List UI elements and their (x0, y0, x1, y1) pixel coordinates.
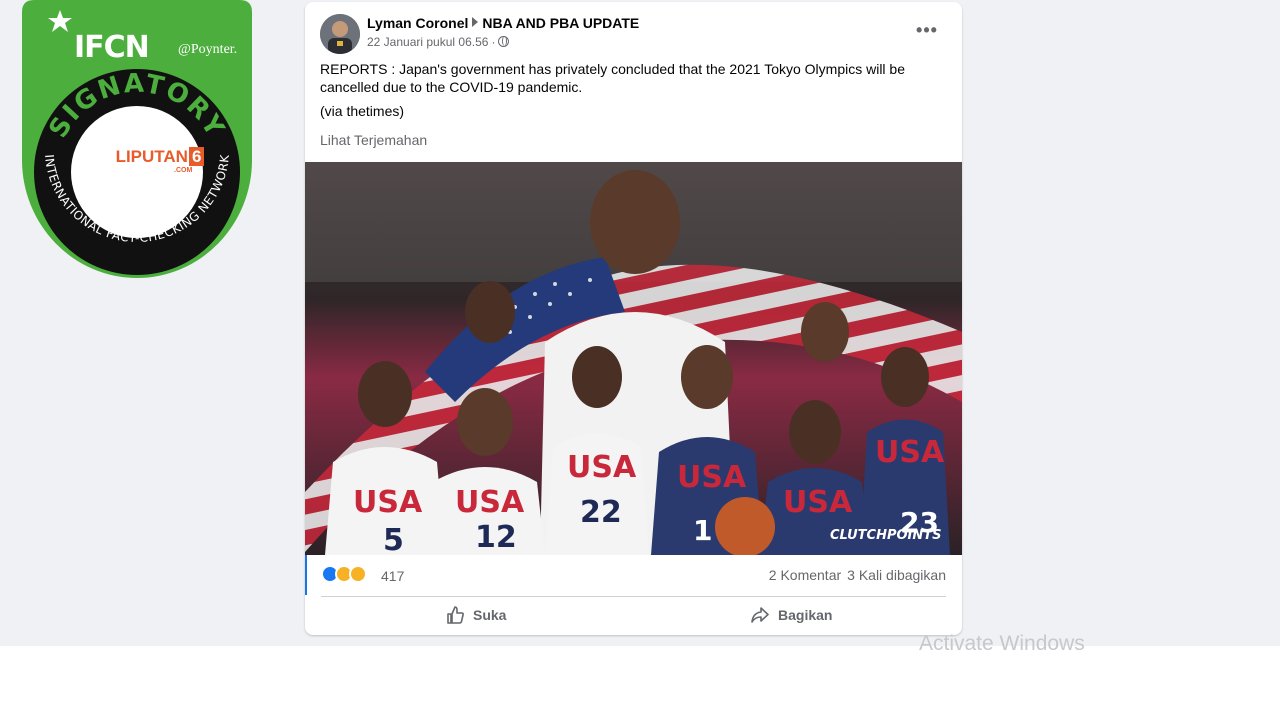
jersey-number-1: 5 (383, 523, 404, 555)
liputan6-logo: LIPUTAN 6 (90, 147, 230, 167)
group-name-link[interactable]: NBA AND PBA UPDATE (482, 15, 639, 31)
jersey-usa-5: USA (783, 485, 853, 520)
author-name-link[interactable]: Lyman Coronel (367, 15, 468, 31)
reaction-count[interactable]: 417 (381, 568, 404, 584)
wow-reaction-icon (349, 565, 367, 583)
jersey-number-4: 1 (693, 514, 712, 547)
share-button-label: Bagikan (778, 607, 833, 623)
post-timestamp-link[interactable]: 22 Januari pukul 06.56 (367, 35, 488, 49)
jersey-usa-6: USA (875, 435, 945, 470)
ifcn-wordmark: IFCN (74, 30, 150, 65)
like-button-label: Suka (473, 607, 507, 623)
image-watermark: CLUTCHPOINTS (830, 528, 941, 543)
stats-accent-bar (305, 555, 307, 595)
jersey-number-2: 12 (475, 520, 517, 555)
shares-count-link[interactable]: 3 Kali dibagikan (847, 567, 946, 583)
activate-windows-watermark: Activate Windows (919, 632, 1085, 655)
ifcn-signatory-badge: SIGNATORY INTERNATIONAL FACT-CHECKING NE… (22, 0, 252, 280)
actions-divider (321, 596, 946, 597)
jersey-usa-3: USA (567, 450, 637, 485)
liputan6-logo-number: 6 (188, 147, 205, 166)
facebook-post-card: Lyman Coronel NBA AND PBA UPDATE 22 Janua… (305, 2, 962, 635)
basketball-team-photo: USA USA USA USA USA USA 5 12 22 1 23 CLU… (305, 162, 962, 555)
author-avatar[interactable] (320, 14, 360, 54)
share-arrow-icon (751, 607, 769, 623)
globe-icon[interactable] (498, 36, 510, 47)
see-translation-link[interactable]: Lihat Terjemahan (320, 132, 427, 148)
like-button[interactable]: Suka (445, 600, 506, 630)
jersey-usa-2: USA (455, 485, 525, 520)
post-source-text: (via thetimes) (320, 103, 405, 119)
caret-right-icon (472, 17, 479, 27)
meta-separator: · (491, 35, 496, 49)
post-meta: 22 Januari pukul 06.56 · (367, 35, 510, 49)
post-header: Lyman Coronel NBA AND PBA UPDATE (367, 15, 639, 31)
more-options-button[interactable]: ••• (912, 18, 942, 48)
jersey-number-3: 22 (580, 495, 622, 530)
comments-count-link[interactable]: 2 Komentar (769, 567, 841, 583)
post-body-text: REPORTS : Japan's government has private… (320, 61, 906, 95)
post-image[interactable]: USA USA USA USA USA USA 5 12 22 1 23 CLU… (305, 162, 962, 555)
avatar-photo (320, 14, 360, 54)
poynter-label: @Poynter. (178, 42, 238, 57)
thumbs-up-icon (447, 606, 464, 624)
jersey-usa-4: USA (677, 460, 747, 495)
engagement-stats: 2 Komentar 3 Kali dibagikan (769, 567, 946, 583)
liputan6-logo-text: LIPUTAN (115, 147, 188, 166)
jersey-usa-1: USA (353, 485, 423, 520)
liputan6-logo-sub: .COM (174, 167, 193, 174)
share-button[interactable]: Bagikan (750, 600, 832, 630)
